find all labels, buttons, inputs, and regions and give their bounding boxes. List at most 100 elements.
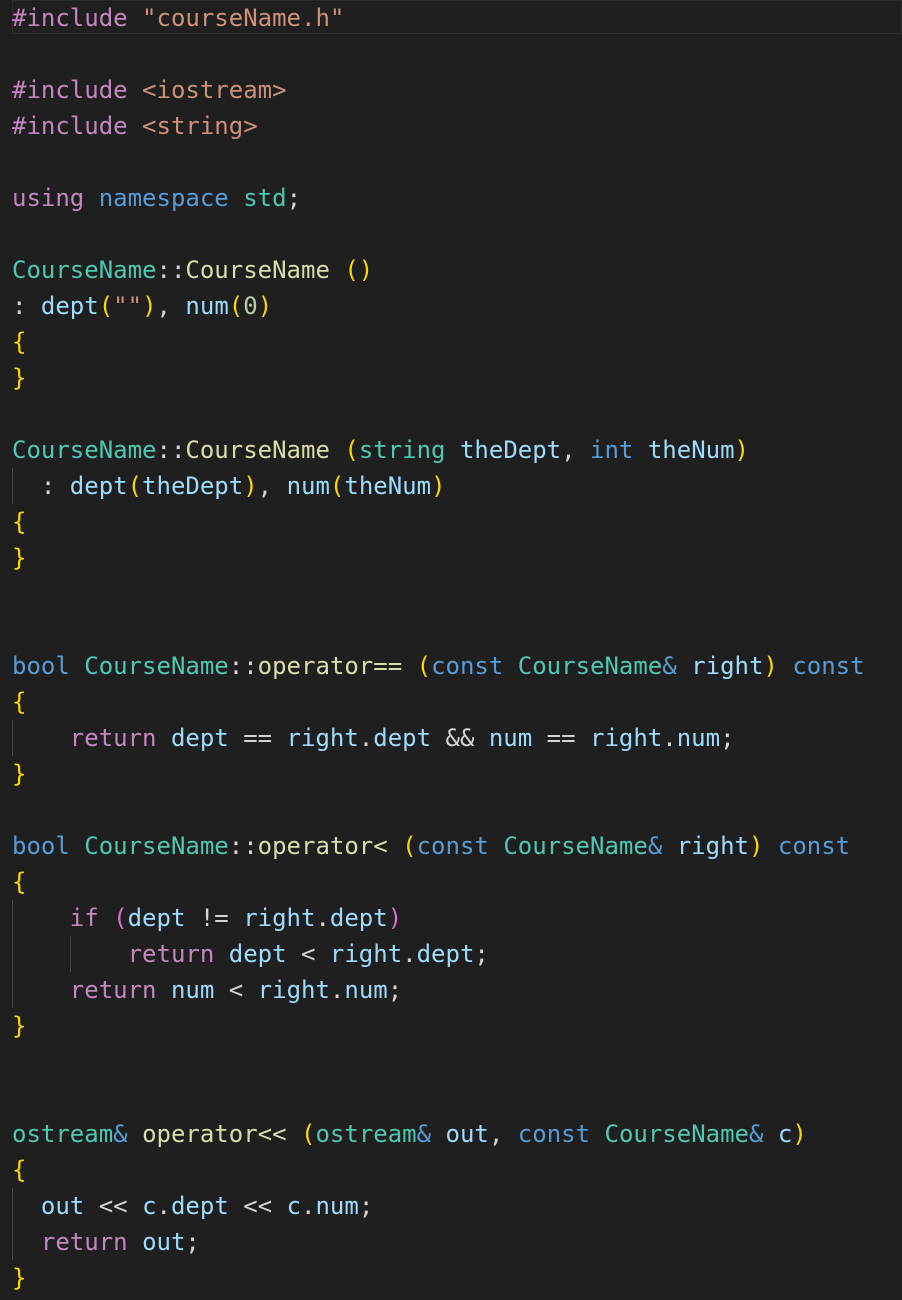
code-line[interactable]: } (12, 756, 26, 792)
code-token: const (777, 832, 851, 860)
code-token: ; (387, 976, 403, 1004)
code-token: ; (185, 1228, 200, 1256)
code-token: :: (228, 832, 258, 860)
code-line[interactable]: out << c.dept << c.num; (12, 1188, 373, 1224)
code-token: . (358, 724, 374, 752)
code-token: . (156, 1192, 171, 1220)
code-token: . (662, 724, 677, 752)
code-token: { (12, 688, 27, 716)
code-line[interactable]: { (12, 684, 26, 720)
code-line[interactable]: #include "courseName.h" (12, 0, 344, 36)
code-line[interactable]: } (12, 1260, 26, 1296)
code-token: ( (127, 472, 143, 500)
code-token: < (286, 940, 330, 968)
code-token: string (358, 436, 446, 464)
code-token: != (185, 904, 244, 932)
code-line[interactable]: bool CourseName::operator< (const Course… (12, 828, 850, 864)
code-token: & (749, 1120, 764, 1148)
code-token: theNum (344, 472, 432, 500)
code-token: CourseName (517, 652, 663, 680)
code-token: ) (763, 652, 778, 680)
code-token: ( (329, 472, 345, 500)
code-editor[interactable]: #include "courseName.h" #include <iostrea… (0, 0, 902, 1300)
code-line[interactable]: using namespace std; (12, 180, 301, 216)
code-token: ) (257, 292, 273, 320)
code-token: : (12, 292, 41, 320)
code-token: right (590, 724, 663, 752)
code-line[interactable]: #include <string> (12, 108, 258, 144)
code-token: ) (734, 436, 749, 464)
code-token: <iostream> (142, 76, 287, 104)
code-token: } (12, 1012, 27, 1040)
code-token: CourseName (84, 832, 229, 860)
code-token: const (416, 832, 489, 860)
code-token: num (676, 724, 721, 752)
code-token: #include (12, 4, 143, 32)
code-token: c (142, 1192, 157, 1220)
code-line[interactable]: bool CourseName::operator== (const Cours… (12, 648, 865, 684)
code-token: dept (170, 1192, 229, 1220)
code-line[interactable]: if (dept != right.dept) (12, 900, 402, 936)
code-line[interactable]: { (12, 864, 26, 900)
code-token: dept (170, 724, 229, 752)
code-token: CourseName (185, 256, 330, 284)
code-token: CourseName (503, 832, 648, 860)
code-token: return (127, 940, 215, 968)
code-token: c (777, 1120, 793, 1148)
code-token: ; (358, 1192, 374, 1220)
code-token: int (590, 436, 634, 464)
code-token: CourseName (604, 1120, 750, 1148)
code-line[interactable]: { (12, 324, 26, 360)
code-token: theDept (459, 436, 562, 464)
code-token: , (488, 1120, 518, 1148)
code-token: const (431, 652, 504, 680)
code-token: const (792, 652, 865, 680)
code-line[interactable]: return out; (12, 1224, 200, 1260)
code-token: bool (12, 652, 70, 680)
code-line[interactable]: ostream& operator<< (ostream& out, const… (12, 1116, 807, 1152)
code-token: operator< (257, 832, 388, 860)
code-token: num (185, 292, 229, 320)
code-line[interactable]: } (12, 1008, 26, 1044)
code-line[interactable]: { (12, 1152, 26, 1188)
code-token: dept (69, 472, 128, 500)
code-line[interactable]: CourseName::CourseName () (12, 252, 373, 288)
code-token: ( (228, 292, 244, 320)
code-line[interactable]: : dept(""), num(0) (12, 288, 272, 324)
code-token: const (517, 1120, 591, 1148)
code-line[interactable]: } (12, 360, 26, 396)
code-token: ) (387, 904, 403, 932)
code-line[interactable]: #include <iostream> (12, 72, 287, 108)
code-token: & (113, 1120, 128, 1148)
code-token: { (12, 508, 27, 536)
code-token: right (676, 832, 749, 860)
code-token: ; (474, 940, 489, 968)
code-token: dept (373, 724, 432, 752)
code-line[interactable]: CourseName::CourseName (string theDept, … (12, 432, 749, 468)
code-line[interactable]: return dept < right.dept; (12, 936, 489, 972)
code-line[interactable]: } (12, 540, 26, 576)
code-line[interactable]: : dept(theDept), num(theNum) (12, 468, 446, 504)
code-token: , (257, 472, 287, 500)
code-line[interactable]: return num < right.num; (12, 972, 402, 1008)
code-token: operator<< (142, 1120, 287, 1148)
code-token: { (12, 1156, 27, 1184)
code-token: CourseName (12, 436, 157, 464)
code-token: bool (12, 832, 70, 860)
code-line[interactable]: { (12, 504, 26, 540)
code-line[interactable]: return dept == right.dept && num == righ… (12, 720, 735, 756)
code-token: , (156, 292, 186, 320)
code-token: : (12, 472, 70, 500)
code-token: == (228, 724, 287, 752)
code-token: out (40, 1192, 85, 1220)
code-token: < (214, 976, 258, 1004)
